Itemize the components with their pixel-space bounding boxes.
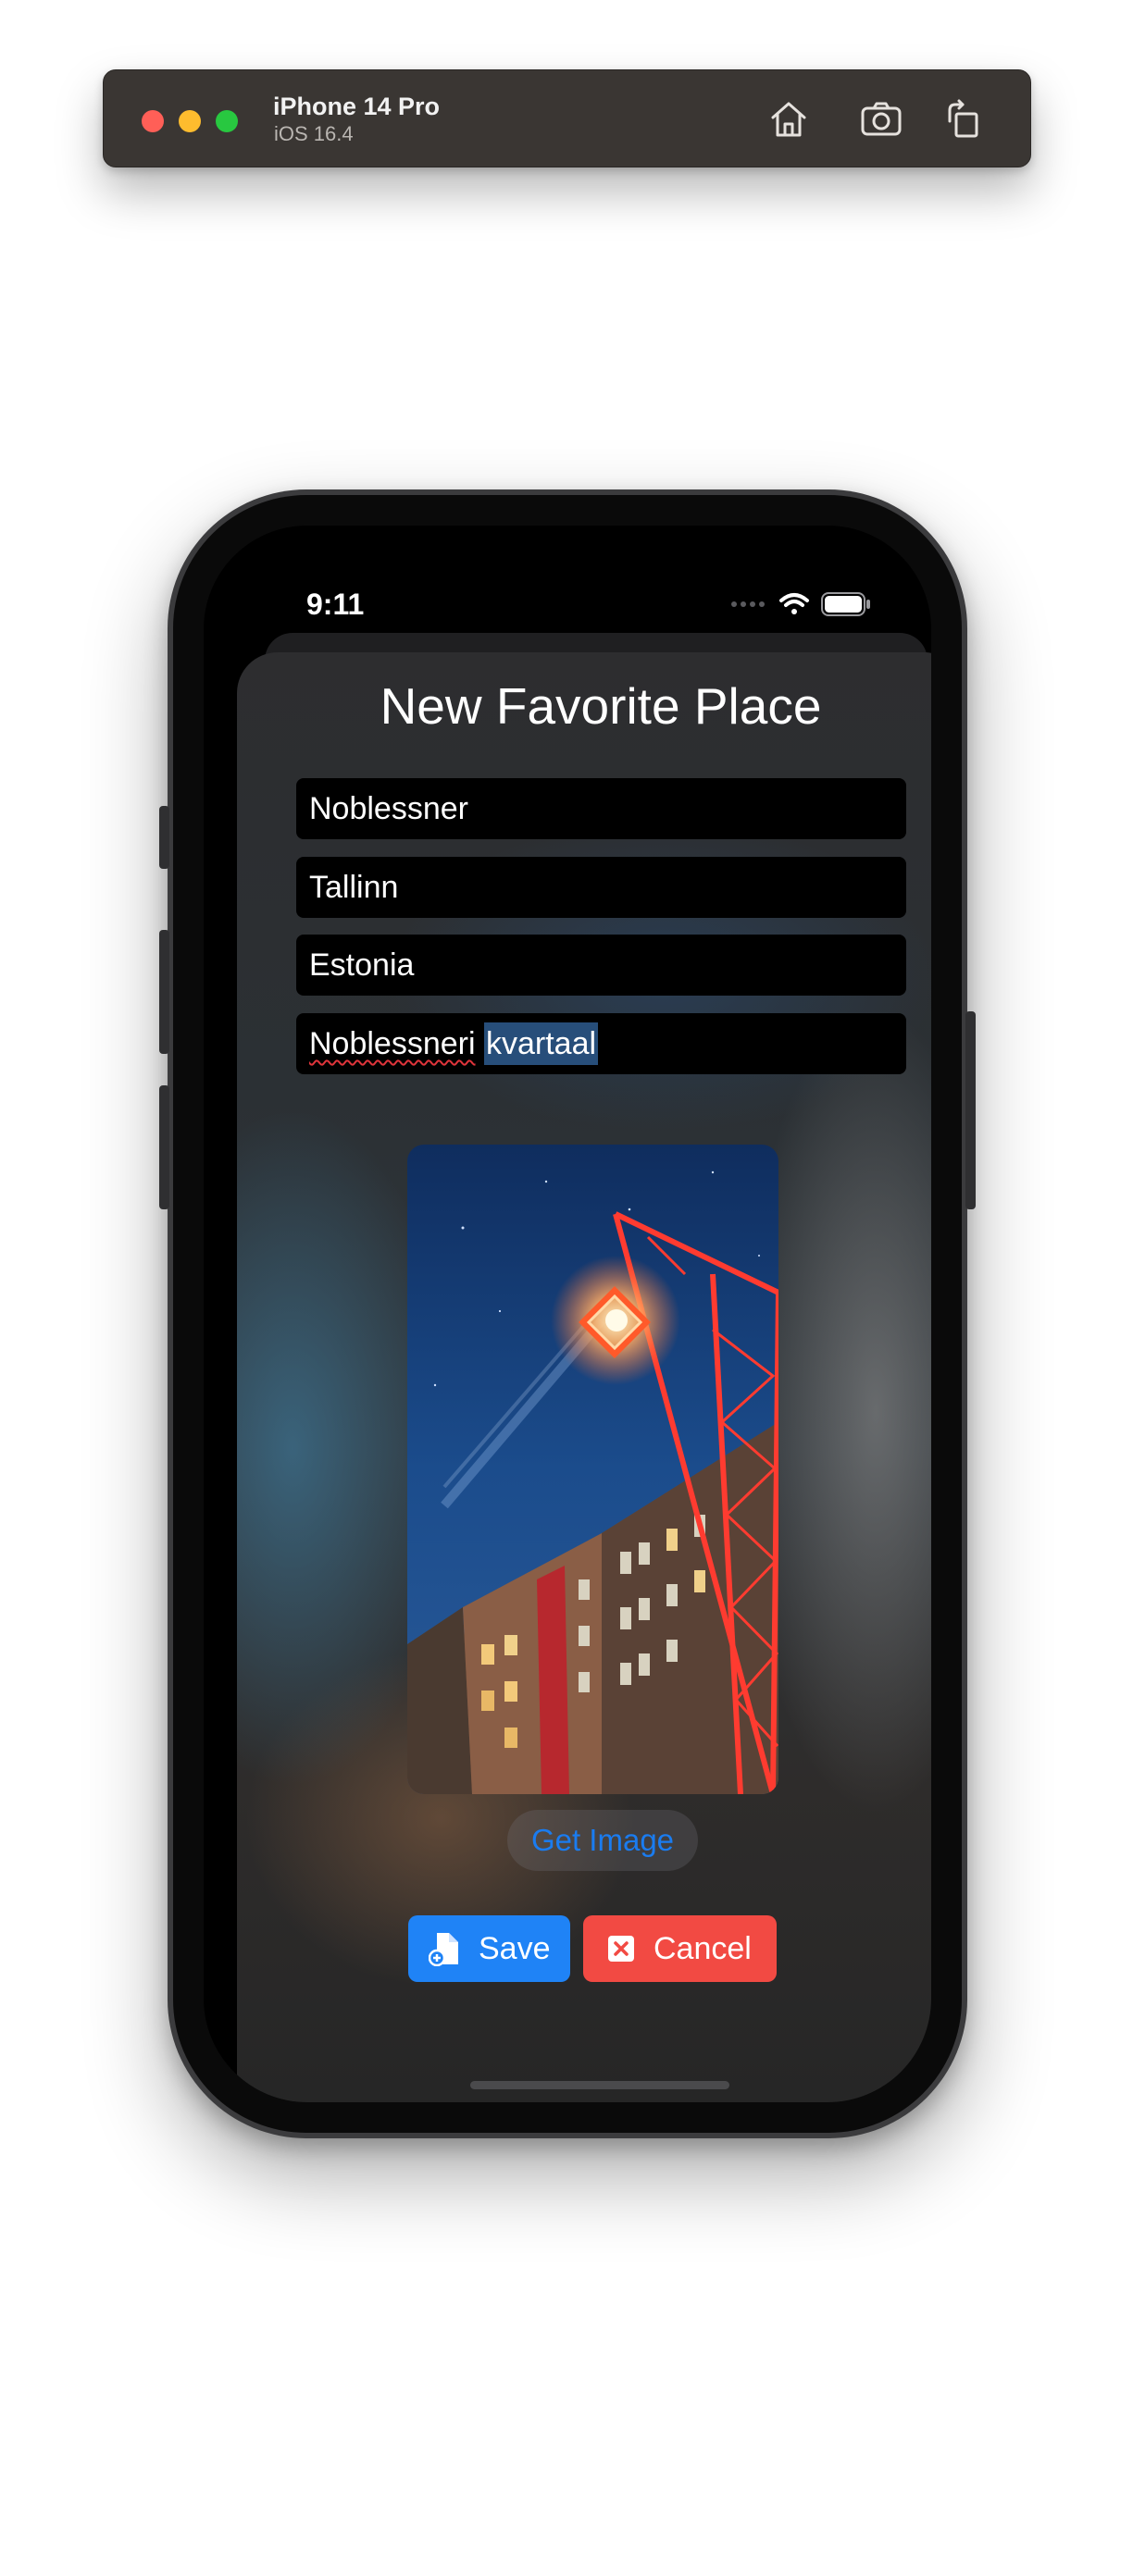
place-name-field[interactable]: Noblessner (296, 778, 906, 839)
power-button (965, 1011, 976, 1209)
save-label: Save (479, 1930, 551, 1966)
close-window-button[interactable] (142, 110, 164, 132)
screenshot-icon[interactable] (857, 95, 905, 143)
os-version: iOS 16.4 (274, 122, 354, 145)
get-image-button[interactable]: Get Image (507, 1810, 698, 1871)
selected-text: kvartaal (483, 1022, 599, 1065)
place-photo (407, 1145, 778, 1794)
misspelled-word: Noblessneri (309, 1026, 476, 1061)
sheet-title: New Favorite Place (380, 677, 822, 735)
wifi-icon (779, 593, 809, 614)
city-field[interactable]: Tallinn (296, 857, 906, 918)
home-indicator[interactable] (470, 2081, 729, 2089)
action-switch (159, 806, 169, 869)
new-place-sheet: New Favorite Place Noblessner Tallinn Es… (237, 652, 931, 2102)
status-time: 9:11 (306, 588, 365, 621)
volume-down-button (159, 1085, 169, 1209)
rotate-icon[interactable] (940, 95, 989, 143)
volume-up-button (159, 930, 169, 1054)
zoom-window-button[interactable] (216, 110, 238, 132)
country-field[interactable]: Estonia (296, 935, 906, 996)
save-button[interactable]: Save (408, 1915, 570, 1982)
cancel-label: Cancel (654, 1930, 752, 1966)
cancel-button[interactable]: Cancel (583, 1915, 777, 1982)
iphone-device-frame: 9:11 New Favorite Place Noblessner Talli (159, 489, 976, 2138)
device-screen: 9:11 New Favorite Place Noblessner Talli (204, 526, 931, 2102)
close-box-icon (608, 1936, 634, 1962)
battery-icon (821, 592, 870, 616)
district-field[interactable]: Noblessneri kvartaal (296, 1013, 906, 1074)
home-icon[interactable] (765, 95, 813, 143)
cellular-signal-icon (731, 601, 765, 607)
status-indicators (730, 590, 871, 618)
simulator-toolbar: iPhone 14 Pro iOS 16.4 (103, 69, 1031, 167)
device-name: iPhone 14 Pro (273, 93, 441, 120)
minimize-window-button[interactable] (179, 110, 201, 132)
add-document-icon (429, 1933, 458, 1966)
